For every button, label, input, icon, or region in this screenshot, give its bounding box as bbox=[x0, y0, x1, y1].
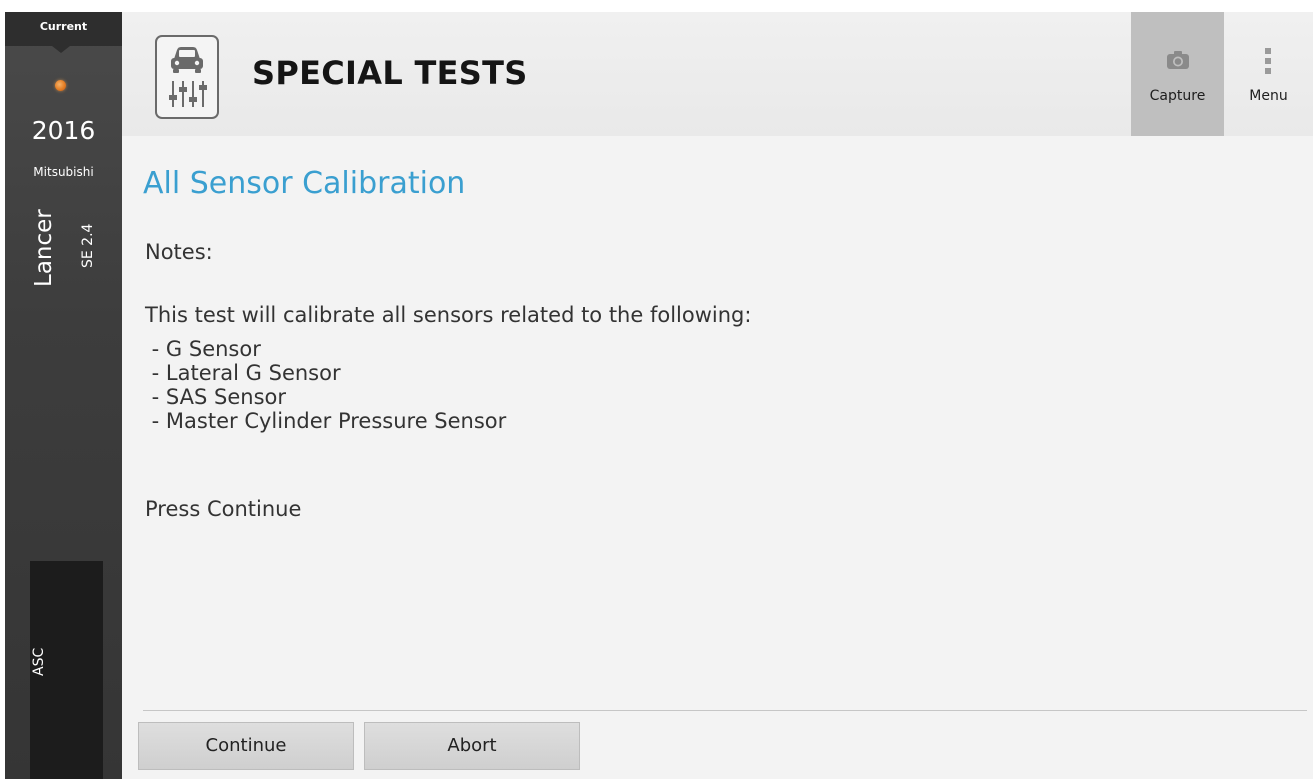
sensor-list: - G Sensor - Lateral G Sensor - SAS Sens… bbox=[145, 337, 507, 433]
capture-button[interactable]: Capture bbox=[1131, 12, 1224, 136]
status-indicator-icon bbox=[55, 80, 66, 91]
current-vehicle-tab[interactable]: Current bbox=[5, 12, 122, 46]
menu-label: Menu bbox=[1249, 88, 1288, 104]
vehicle-make: Mitsubishi bbox=[33, 165, 94, 179]
vertical-dots-icon bbox=[1263, 47, 1273, 79]
current-label: Current bbox=[39, 20, 88, 33]
list-item: - G Sensor bbox=[145, 337, 261, 361]
vehicle-model: Lancer bbox=[31, 209, 57, 287]
page-title: SPECIAL TESTS bbox=[252, 54, 528, 92]
current-tab-pointer bbox=[52, 46, 70, 53]
vehicle-trim: SE 2.4 bbox=[80, 223, 96, 268]
camera-icon bbox=[1166, 50, 1190, 74]
vehicle-year: 2016 bbox=[31, 116, 96, 145]
test-description: This test will calibrate all sensors rel… bbox=[145, 303, 752, 327]
screen: Current 2016 Mitsubishi Lancer SE 2.4 AS… bbox=[0, 0, 1313, 779]
instruction-text: Press Continue bbox=[145, 497, 302, 521]
menu-button[interactable]: Menu bbox=[1224, 12, 1313, 136]
content-panel bbox=[122, 136, 1313, 779]
abort-button[interactable]: Abort bbox=[364, 722, 580, 770]
continue-button[interactable]: Continue bbox=[138, 722, 354, 770]
list-item: - Lateral G Sensor bbox=[145, 361, 341, 385]
car-diagnostics-icon bbox=[155, 35, 219, 119]
notes-label: Notes: bbox=[145, 240, 213, 264]
list-item: - Master Cylinder Pressure Sensor bbox=[145, 409, 507, 433]
system-label: ASC bbox=[31, 647, 47, 676]
divider bbox=[143, 710, 1307, 711]
capture-label: Capture bbox=[1149, 88, 1206, 104]
test-title: All Sensor Calibration bbox=[143, 166, 466, 201]
list-item: - SAS Sensor bbox=[145, 385, 287, 409]
